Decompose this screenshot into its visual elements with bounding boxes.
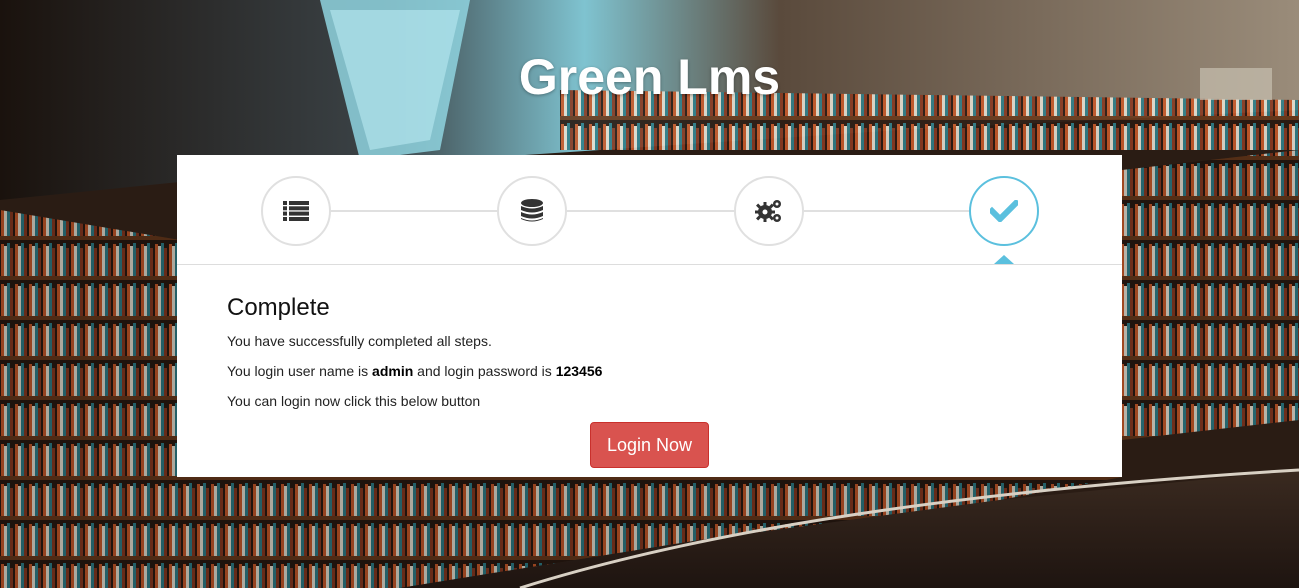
step-connector-line bbox=[296, 210, 1004, 212]
wizard-steps bbox=[177, 155, 1122, 265]
step-heading: Complete bbox=[227, 294, 330, 321]
list-icon bbox=[283, 201, 309, 221]
step-configuration[interactable] bbox=[734, 176, 804, 246]
gears-icon bbox=[755, 199, 783, 223]
step-requirements[interactable] bbox=[261, 176, 331, 246]
credentials-message: You login user name is admin and login p… bbox=[227, 362, 1072, 381]
step-database[interactable] bbox=[497, 176, 567, 246]
install-wizard-panel: Complete You have successfully completed… bbox=[177, 155, 1122, 477]
login-instruction: You can login now click this below butto… bbox=[227, 393, 481, 409]
credentials-middle: and login password is bbox=[413, 363, 556, 379]
active-step-caret bbox=[994, 255, 1014, 264]
credentials-prefix: You login user name is bbox=[227, 363, 373, 379]
step-content: Complete You have successfully completed… bbox=[177, 265, 1122, 468]
username-value: admin bbox=[372, 363, 414, 379]
database-icon bbox=[521, 199, 543, 223]
step-complete[interactable] bbox=[969, 176, 1039, 246]
success-message: You have successfully completed all step… bbox=[227, 333, 492, 349]
login-now-button[interactable]: Login Now bbox=[589, 422, 710, 468]
button-row: Login Now bbox=[227, 422, 1072, 468]
check-icon bbox=[990, 200, 1018, 222]
app-title: Green Lms bbox=[518, 49, 781, 105]
password-value: 123456 bbox=[555, 363, 603, 379]
